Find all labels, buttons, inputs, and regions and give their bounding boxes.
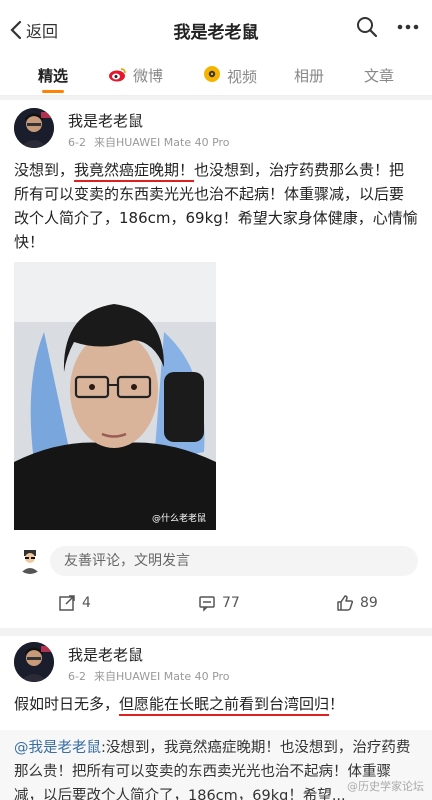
tab-label: 相册 <box>294 67 325 85</box>
active-tab-indicator <box>42 90 64 93</box>
like-button[interactable]: 89 <box>336 594 378 612</box>
post-source: 来自HUAWEI Mate 40 Pro <box>93 670 230 683</box>
post-meta: 6-2 来自HUAWEI Mate 40 Pro <box>68 668 238 684</box>
author-name[interactable]: 我是老老鼠 <box>68 110 143 131</box>
user-avatar <box>16 546 44 574</box>
chevron-left-icon <box>10 20 22 40</box>
comment-row: 友善评论，文明发言 <box>0 540 432 580</box>
post-text: 没想到，我竟然癌症晚期！也没想到，治疗药费那么贵！把所有可以变卖的东西卖光光也治… <box>14 158 418 254</box>
tab-weibo[interactable]: 微博 <box>108 65 163 86</box>
tab-label: 文章 <box>364 67 395 85</box>
tab-label: 视频 <box>227 67 258 86</box>
author-name[interactable]: 我是老老鼠 <box>68 644 143 665</box>
comment-count: 77 <box>222 595 240 611</box>
search-icon <box>357 17 378 38</box>
post-text-part: 没想到， <box>14 161 75 179</box>
search-button[interactable] <box>356 16 378 42</box>
tab-featured[interactable]: 精选 <box>38 65 68 86</box>
photo-watermark: @什么老老鼠 <box>151 514 206 524</box>
post-date: 6-2 <box>68 670 86 683</box>
post-meta: 6-2 来自HUAWEI Mate 40 Pro <box>68 134 238 150</box>
back-button[interactable]: 返回 <box>10 18 58 42</box>
video-icon <box>202 65 222 87</box>
avatar[interactable] <box>14 642 54 682</box>
more-button[interactable] <box>396 16 420 42</box>
repost-button[interactable]: 4 <box>58 594 91 612</box>
weibo-icon <box>108 66 128 86</box>
back-label: 返回 <box>26 22 59 41</box>
tab-label: 微博 <box>133 67 164 85</box>
top-bar: 返回 我是老老鼠 <box>0 0 432 56</box>
comment-input[interactable]: 友善评论，文明发言 <box>50 546 418 576</box>
post-date: 6-2 <box>68 136 86 149</box>
post-text-underlined: 我竟然癌症晚期！ <box>74 161 195 179</box>
mention-link[interactable]: @我是老老鼠 <box>14 740 101 756</box>
post-text: 假如时日无多，但愿能在长眠之前看到台湾回归！ <box>14 692 418 716</box>
tab-label: 精选 <box>38 67 69 85</box>
thumbs-up-icon <box>337 595 354 611</box>
post-source: 来自HUAWEI Mate 40 Pro <box>93 136 230 149</box>
post-actions: 4 77 89 <box>0 590 432 620</box>
like-count: 89 <box>360 595 378 611</box>
comment-icon <box>199 596 215 612</box>
image-watermark: @历史学家论坛 <box>347 780 424 793</box>
repost-icon <box>59 595 75 611</box>
post-text-underlined: 但愿能在长眠之前看到台湾回归 <box>119 695 330 713</box>
repost-count: 4 <box>82 595 91 611</box>
post-photo[interactable]: @什么老老鼠 <box>14 262 216 530</box>
quoted-post[interactable]: @我是老老鼠:没想到，我竟然癌症晚期！也没想到，治疗药费那么贵！把所有可以变卖的… <box>0 730 432 800</box>
tab-album[interactable]: 相册 <box>294 65 324 86</box>
comment-button[interactable]: 77 <box>198 594 240 612</box>
profile-tabs: 精选 微博 视频 相册 文章 <box>0 56 432 96</box>
avatar[interactable] <box>14 108 54 148</box>
tab-articles[interactable]: 文章 <box>364 65 394 86</box>
post-text-part: ！ <box>329 695 345 713</box>
more-icon <box>397 24 419 30</box>
post-text-part: 假如时日无多， <box>14 695 120 713</box>
tab-video[interactable]: 视频 <box>202 65 257 87</box>
